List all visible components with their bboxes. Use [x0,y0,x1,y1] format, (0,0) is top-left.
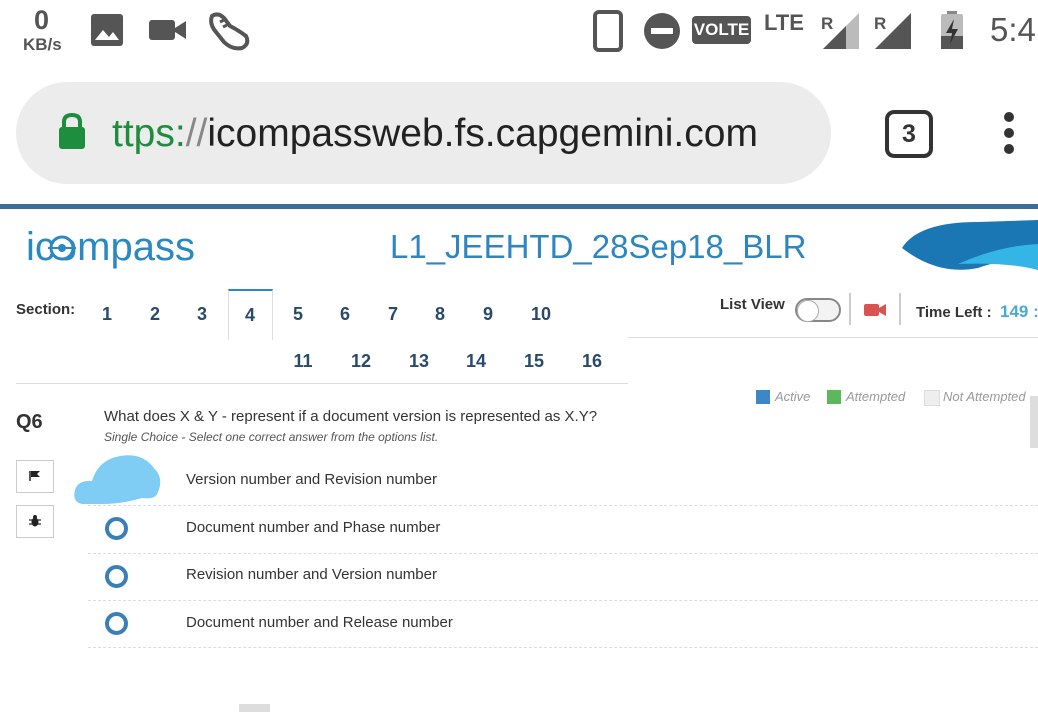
option-3-radio[interactable] [105,565,128,588]
flag-button[interactable] [16,460,54,493]
header-divider [0,204,1038,209]
exam-title: L1_JEEHTD_28Sep18_BLR [390,228,807,265]
section-tab-4[interactable]: 4 [235,305,265,326]
section-tab-13[interactable]: 13 [404,351,434,372]
section-tab-15[interactable]: 15 [519,351,549,372]
url-slashes: // [185,112,208,155]
video-camera-icon [149,20,186,40]
section-nav-divider [16,383,628,384]
section-tab-14[interactable]: 14 [461,351,491,372]
vertical-divider-2 [899,293,901,325]
url-text[interactable]: ttps://icompassweb.fs.capgemini.com [112,112,758,156]
flag-icon [29,471,40,481]
vertical-divider [849,293,851,325]
net-speed-value: 0 [34,5,50,35]
clock: 5:4 [990,11,1036,48]
option-1-text[interactable]: Version number and Revision number [186,471,437,488]
volte-badge: VOLTE [692,16,751,44]
option-divider [88,505,1038,506]
time-left-label: Time Left : [916,304,992,321]
cloud-highlight-mark [74,455,161,504]
image-icon [91,14,123,46]
section-tab-12[interactable]: 12 [346,351,376,372]
section-tab-5[interactable]: 5 [283,304,313,325]
toggle-knob [797,300,819,322]
partial-element [239,704,270,712]
capgemini-spade-logo [902,220,1038,270]
section-tab-11[interactable]: 11 [288,351,318,372]
bug-icon [29,515,41,527]
option-2-radio[interactable] [105,517,128,540]
legend-attempted-swatch [827,390,841,404]
url-host: icompassweb.fs.capgemini.com [207,112,758,155]
signal-icon [823,13,859,49]
question-type: Single Choice - Select one correct answe… [104,430,439,444]
option-divider [88,600,1038,601]
lte-label: LTE [764,10,804,35]
legend-not-attempted-label: Not Attempted [943,389,1026,404]
section-tab-2[interactable]: 2 [140,304,170,325]
phone-outline-icon [593,10,623,52]
option-divider [88,647,1038,648]
section-tab-3[interactable]: 3 [187,304,217,325]
section-label: Section: [16,301,76,318]
net-speed-unit: KB/s [23,35,62,54]
option-4-text[interactable]: Document number and Release number [186,614,453,631]
menu-dots-icon[interactable] [997,110,1021,156]
section-tab-1[interactable]: 1 [92,304,122,325]
section-tab-9[interactable]: 9 [473,304,503,325]
question-text: What does X & Y - represent if a documen… [104,408,598,425]
option-4-radio[interactable] [105,612,128,635]
url-scheme: ttps: [112,112,186,155]
shoe-icon [209,12,250,51]
scrollbar-thumb[interactable] [1030,396,1038,448]
option-2-text[interactable]: Document number and Phase number [186,519,440,536]
option-divider [88,553,1038,554]
video-camera-icon-red[interactable] [863,302,887,318]
section-tab-6[interactable]: 6 [330,304,360,325]
section-tab-8[interactable]: 8 [425,304,455,325]
tab-switcher-button[interactable]: 3 [885,110,933,158]
toolbar-divider [628,337,1038,338]
option-3-text[interactable]: Revision number and Version number [186,566,437,583]
legend-active-label: Active [775,389,811,404]
lock-icon [59,112,85,149]
compass-logo-icon [48,235,76,261]
list-view-label: List View [720,296,785,313]
signal-icon-2 [875,13,911,49]
section-tab-10[interactable]: 10 [526,304,556,325]
legend-active-swatch [756,390,770,404]
section-tab-7[interactable]: 7 [378,304,408,325]
legend-not-attempted-swatch [924,390,940,406]
do-not-disturb-icon [644,13,680,49]
report-bug-button[interactable] [16,505,54,538]
question-number: Q6 [16,411,43,433]
legend-attempted-label: Attempted [846,389,906,404]
battery-charging-icon [941,11,963,49]
section-tab-16[interactable]: 16 [577,351,607,372]
time-left-value: 149 : [1000,302,1038,321]
